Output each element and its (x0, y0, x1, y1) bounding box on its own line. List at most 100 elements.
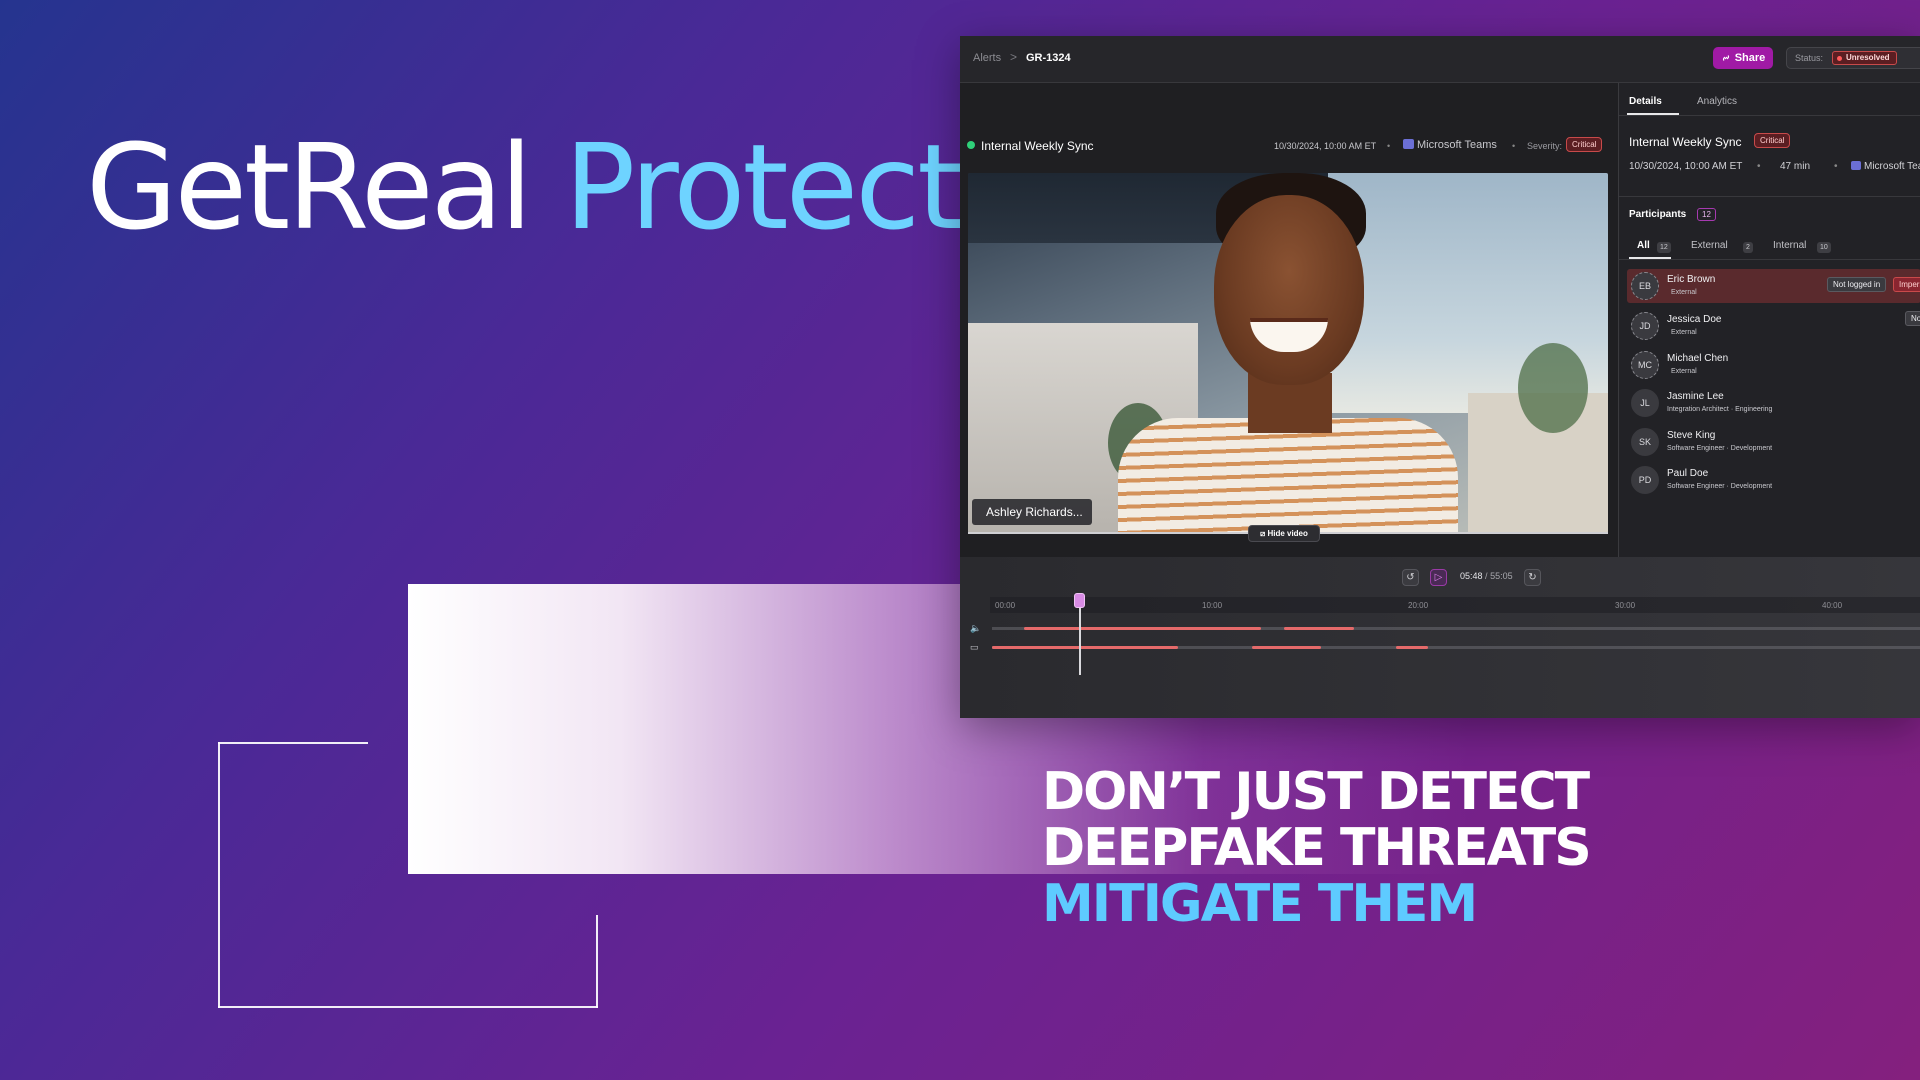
filter-tab-internal-count: 10 (1817, 242, 1831, 253)
participant-role: Integration Architect · Engineering (1667, 406, 1773, 413)
participant-row[interactable]: MC Michael Chen External (1627, 348, 1920, 382)
link-icon (1722, 55, 1729, 61)
speaker-name-tag: Ashley Richards... (972, 499, 1092, 525)
main-panel: Internal Weekly Sync 10/30/2024, 10:00 A… (960, 83, 1617, 557)
filter-tab-internal[interactable]: Internal (1773, 240, 1806, 251)
headline: DON’T JUST DETECT DEEPFAKE THREATS MITIG… (1042, 762, 1592, 934)
time-readout: 05:48 / 55:05 (1460, 571, 1513, 581)
avatar: PD (1631, 466, 1659, 494)
participant-row[interactable]: PD Paul Doe Software Engineer · Developm… (1627, 463, 1920, 497)
meeting-platform-label: Microsoft Teams (1417, 139, 1497, 151)
audio-track[interactable] (992, 627, 1920, 630)
impersonation-badge: Impersonation (1893, 277, 1920, 292)
participant-role: Software Engineer · Development (1667, 483, 1773, 490)
participant-name: Jasmine Lee (1667, 391, 1724, 402)
rewind-icon: ↺ (1406, 572, 1415, 583)
tick-label: 20:00 (1408, 601, 1429, 610)
speaker-icon: 🔈 (970, 623, 982, 633)
filter-tab-all[interactable]: All (1637, 240, 1650, 251)
frame-line-bottom (218, 1006, 598, 1008)
anomaly-segment[interactable] (1024, 627, 1262, 630)
avatar: SK (1631, 428, 1659, 456)
meeting-title: Internal Weekly Sync (981, 139, 1094, 153)
divider (1619, 259, 1920, 260)
live-indicator (967, 141, 975, 149)
teams-icon (1851, 161, 1861, 170)
avatar: JL (1631, 389, 1659, 417)
hide-video-label: Hide video (1267, 529, 1308, 538)
video-frame[interactable]: Ashley Richards... (968, 173, 1608, 533)
headline-line-3: MITIGATE THEM (1042, 874, 1478, 934)
status-badge: Unresolved (1832, 51, 1897, 65)
current-time: 05:48 (1460, 571, 1483, 581)
share-button[interactable]: Share (1713, 47, 1773, 69)
playhead-handle[interactable] (1074, 593, 1086, 608)
status-dropdown[interactable]: Status: Unresolved (1786, 47, 1920, 69)
video-person-shirt (1118, 418, 1458, 533)
not-logged-in-badge: Not logged in (1827, 277, 1887, 292)
meta-separator: • (1512, 141, 1516, 151)
participant-name: Paul Doe (1667, 468, 1709, 479)
avatar: MC (1631, 351, 1659, 379)
time-divider: / (1485, 571, 1488, 581)
anomaly-segment[interactable] (1284, 627, 1354, 630)
meta-separator: • (1834, 161, 1838, 172)
forward-icon: ↻ (1528, 572, 1537, 583)
filter-tab-all-count: 12 (1657, 242, 1671, 253)
detail-platform: Microsoft Teams (1851, 161, 1920, 172)
participant-row[interactable]: JL Jasmine Lee Integration Architect · E… (1627, 386, 1920, 420)
detail-duration: 47 min (1780, 161, 1811, 172)
headline-line-1: DON’T JUST DETECT (1042, 762, 1590, 822)
timeline-ruler[interactable] (990, 597, 1920, 613)
anomaly-segment[interactable] (1395, 646, 1429, 649)
rewind-button[interactable]: ↺ (1402, 569, 1419, 586)
filter-tab-external-count: 2 (1743, 242, 1753, 253)
divider (1619, 196, 1920, 197)
avatar: JD (1631, 312, 1659, 340)
status-label: Status: (1795, 53, 1824, 63)
tick-label: 30:00 (1615, 601, 1636, 610)
headline-line-2: DEEPFAKE THREATS (1042, 818, 1592, 878)
meeting-datetime: 10/30/2024, 10:00 AM ET (1274, 141, 1377, 151)
anomaly-segment[interactable] (992, 646, 1178, 649)
breadcrumb-current: GR-1324 (1026, 52, 1071, 64)
forward-button[interactable]: ↻ (1524, 569, 1541, 586)
participant-name: Jessica Doe (1667, 314, 1722, 325)
participant-name: Eric Brown (1667, 274, 1716, 285)
severity-badge: Critical (1566, 137, 1603, 152)
anomaly-segment[interactable] (1251, 646, 1322, 649)
frame-line-top (218, 742, 368, 744)
participant-role: External (1671, 329, 1697, 336)
tick-label: 00:00 (995, 601, 1016, 610)
teams-icon (1403, 139, 1414, 149)
video-person-face (1214, 195, 1364, 385)
not-logged-in-badge: Not logged in (1905, 311, 1920, 326)
details-panel: Details Analytics Internal Weekly Sync C… (1618, 83, 1920, 557)
app-window: Alerts > GR-1324 Share Status: Unresolve… (960, 36, 1920, 718)
meeting-platform: Microsoft Teams (1403, 139, 1497, 151)
participant-row[interactable]: SK Steve King Software Engineer · Develo… (1627, 425, 1920, 459)
breadcrumb-separator: > (1010, 50, 1018, 64)
play-button[interactable]: ▷ (1430, 569, 1447, 586)
detail-datetime: 10/30/2024, 10:00 AM ET (1629, 161, 1743, 172)
total-time: 55:05 (1490, 571, 1513, 581)
participant-name: Michael Chen (1667, 353, 1729, 364)
participant-role: External (1671, 368, 1697, 375)
hide-video-icon: ⧄ (1260, 529, 1266, 538)
meta-separator: • (1387, 141, 1391, 151)
meta-separator: • (1757, 161, 1761, 172)
tick-label: 10:00 (1202, 601, 1223, 610)
tab-analytics[interactable]: Analytics (1697, 96, 1737, 107)
detail-meeting-title: Internal Weekly Sync (1629, 135, 1742, 149)
video-track[interactable] (992, 646, 1920, 649)
hide-video-button[interactable]: ⧄ Hide video (1248, 525, 1320, 542)
breadcrumb-alerts[interactable]: Alerts (973, 52, 1001, 64)
filter-tab-external[interactable]: External (1691, 240, 1728, 251)
participant-row[interactable]: JD Jessica Doe External Not logged in (1627, 309, 1920, 343)
tab-details[interactable]: Details (1629, 96, 1662, 107)
camera-icon: ▭ (970, 642, 979, 652)
participant-row[interactable]: EB Eric Brown External Not logged in Imp… (1627, 269, 1920, 303)
tick-label: 40:00 (1822, 601, 1843, 610)
frame-line-right (596, 915, 598, 1008)
avatar: EB (1631, 272, 1659, 300)
